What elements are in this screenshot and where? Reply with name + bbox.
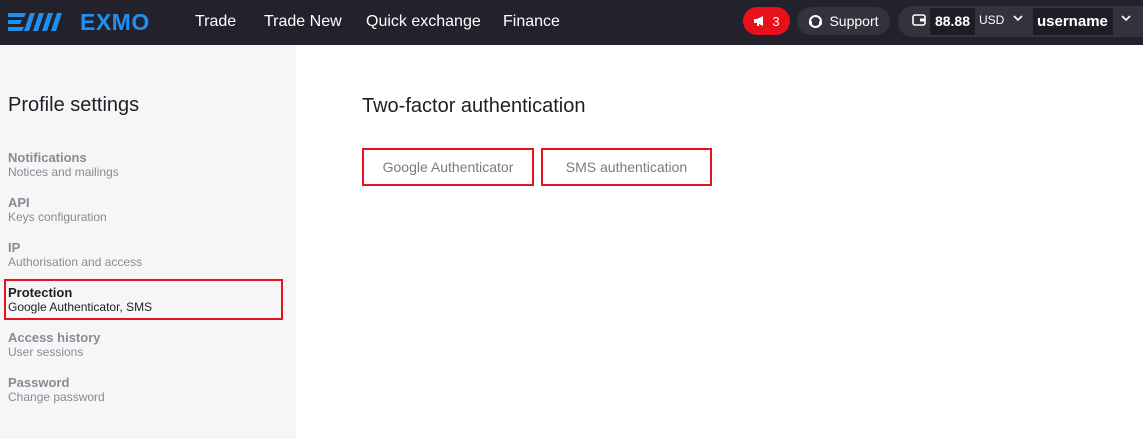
sidebar-item-subtitle: Google Authenticator, SMS [8, 300, 153, 314]
sidebar-item-subtitle: User sessions [8, 345, 84, 359]
sidebar-item-subtitle: Authorisation and access [8, 255, 143, 269]
sidebar-item-subtitle: Notices and mailings [8, 165, 119, 179]
sms-authentication-button[interactable]: SMS authentication [541, 148, 712, 186]
exmo-logo-icon [8, 13, 62, 31]
sidebar-item-ip[interactable]: IP Authorisation and access [8, 240, 278, 270]
chevron-down-icon[interactable] [1121, 15, 1131, 22]
headset-icon [809, 14, 823, 28]
notifications-count: 3 [772, 13, 780, 29]
sidebar-item-password[interactable]: Password Change password [8, 375, 278, 405]
support-button[interactable]: Support [797, 7, 890, 35]
sidebar-item-notifications[interactable]: Notifications Notices and mailings [8, 150, 278, 180]
sidebar-item-title: Notifications [8, 150, 87, 165]
sidebar-item-title: API [8, 195, 30, 210]
support-label: Support [829, 13, 879, 29]
exmo-logo[interactable]: EXMO [8, 6, 150, 38]
nav-trade[interactable]: Trade [195, 0, 236, 45]
top-navigation-bar: EXMO Trade Trade New Quick exchange Fina… [0, 0, 1143, 45]
sidebar-item-protection[interactable]: Protection Google Authenticator, SMS [8, 285, 278, 315]
sidebar-item-title: IP [8, 240, 21, 255]
currency-selector[interactable]: USD [979, 11, 1004, 29]
notifications-button[interactable]: 3 [743, 7, 790, 35]
sidebar-item-subtitle: Change password [8, 390, 105, 404]
sidebar-item-title: Protection [8, 285, 73, 300]
sidebar-item-access-history[interactable]: Access history User sessions [8, 330, 278, 360]
page-title: Two-factor authentication [362, 95, 586, 117]
nav-finance[interactable]: Finance [503, 0, 560, 45]
nav-quick-exchange[interactable]: Quick exchange [366, 0, 481, 45]
chevron-down-icon[interactable] [1013, 15, 1023, 22]
nav-trade-new[interactable]: Trade New [264, 0, 342, 45]
sidebar-item-subtitle: Keys configuration [8, 210, 107, 224]
sidebar-title: Profile settings [8, 94, 140, 116]
balance-value: 88.88 [930, 8, 975, 35]
megaphone-icon [754, 16, 764, 26]
sidebar-item-title: Password [8, 375, 70, 390]
sidebar-item-api[interactable]: API Keys configuration [8, 195, 278, 225]
user-menu[interactable]: username [1033, 8, 1113, 35]
brand-name: EXMO [80, 8, 150, 35]
wallet-icon [912, 14, 926, 26]
sidebar-item-title: Access history [8, 330, 101, 345]
google-authenticator-button[interactable]: Google Authenticator [362, 148, 534, 186]
